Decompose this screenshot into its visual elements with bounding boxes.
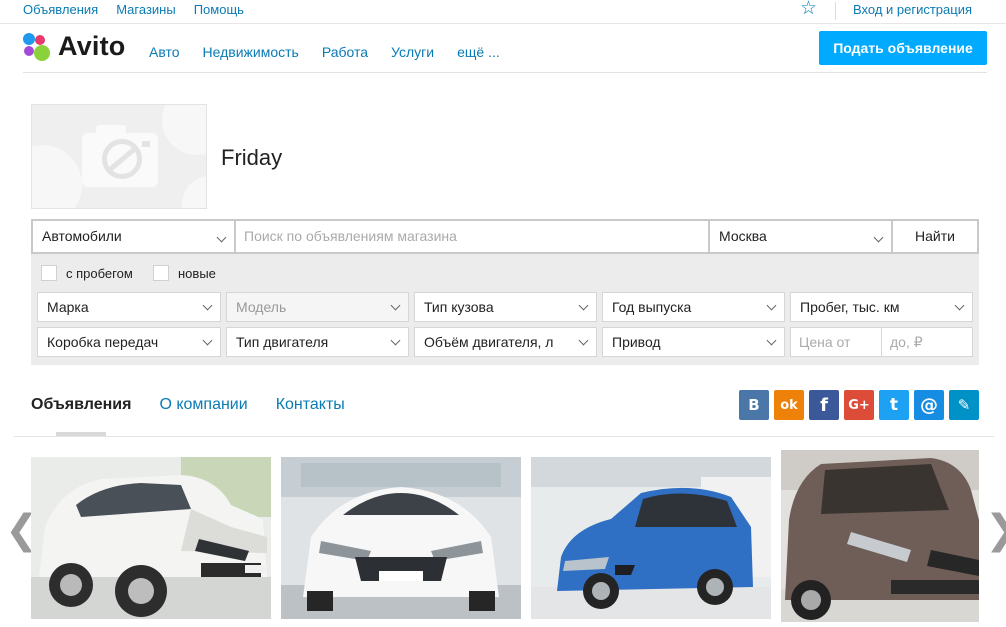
- car-photo[interactable]: [281, 457, 521, 619]
- car-image: [781, 450, 979, 622]
- top-utility-bar: Объявления Магазины Помощь ☆ Вход и реги…: [0, 0, 1006, 24]
- divider: [835, 2, 836, 20]
- filter-label: Коробка передач: [47, 334, 159, 350]
- checkbox-box[interactable]: [41, 265, 57, 281]
- chevron-down-icon: [390, 300, 401, 311]
- tab-ads[interactable]: Объявления: [31, 396, 131, 414]
- car-image: [281, 457, 521, 619]
- filter-year[interactable]: Год выпуска: [602, 292, 785, 322]
- filter-label: Привод: [612, 334, 661, 350]
- filter-drive[interactable]: Привод: [602, 327, 785, 357]
- find-button[interactable]: Найти: [893, 221, 977, 252]
- mail-icon[interactable]: @: [914, 390, 944, 420]
- search-panel: Автомобили Москва Найти с пробегом новые…: [31, 219, 979, 365]
- category-select-value: Автомобили: [42, 228, 122, 244]
- chevron-down-icon: [216, 232, 227, 243]
- main-header: Avito Авто Недвижимость Работа Услуги ещ…: [0, 25, 1006, 73]
- category-select[interactable]: Автомобили: [33, 221, 234, 252]
- nav-item-more[interactable]: ещё ...: [457, 44, 500, 60]
- top-links: Объявления Магазины Помощь: [23, 2, 244, 17]
- filter-model[interactable]: Модель: [226, 292, 409, 322]
- logo-dot: [35, 35, 45, 45]
- city-select-value: Москва: [719, 228, 767, 244]
- tab-about[interactable]: О компании: [159, 396, 247, 414]
- twitter-icon[interactable]: t: [879, 390, 909, 420]
- filter-label: Модель: [236, 299, 287, 315]
- filter-brand[interactable]: Марка: [37, 292, 221, 322]
- car-photo[interactable]: [531, 457, 771, 619]
- logo-dot: [24, 46, 34, 56]
- filter-mileage[interactable]: Пробег, тыс. км: [790, 292, 973, 322]
- chevron-down-icon: [390, 335, 401, 346]
- filter-engine-type[interactable]: Тип двигателя: [226, 327, 409, 357]
- top-link-shops[interactable]: Магазины: [116, 2, 176, 17]
- nav-item-services[interactable]: Услуги: [391, 44, 434, 60]
- odnoklassniki-icon[interactable]: ok: [774, 390, 804, 420]
- city-select[interactable]: Москва: [710, 221, 891, 252]
- search-row: Автомобили Москва Найти: [31, 219, 979, 254]
- facebook-icon[interactable]: f: [809, 390, 839, 420]
- decor-circle: [162, 105, 206, 155]
- livejournal-icon[interactable]: ✎: [949, 390, 979, 420]
- logo-dot: [34, 45, 50, 61]
- chevron-down-icon: [766, 300, 777, 311]
- top-link-help[interactable]: Помощь: [194, 2, 244, 17]
- filter-label: Тип кузова: [424, 299, 494, 315]
- chevron-down-icon: [954, 300, 965, 311]
- filter-label: Пробег, тыс. км: [800, 299, 900, 315]
- social-share-bar: В ok f G+ t @ ✎: [739, 390, 979, 420]
- gallery-next-arrow[interactable]: ❯: [985, 510, 1006, 550]
- tabs-divider: [14, 436, 994, 437]
- filter-body-type[interactable]: Тип кузова: [414, 292, 597, 322]
- login-link[interactable]: Вход и регистрация: [853, 2, 972, 17]
- vk-icon[interactable]: В: [739, 390, 769, 420]
- star-icon[interactable]: ☆: [800, 0, 817, 19]
- car-image: [31, 457, 271, 619]
- chevron-down-icon: [578, 335, 589, 346]
- price-to-input[interactable]: до, ₽: [881, 327, 973, 357]
- checkbox-mileage[interactable]: с пробегом: [41, 265, 133, 281]
- tab-contacts[interactable]: Контакты: [276, 396, 345, 414]
- chevron-down-icon: [766, 335, 777, 346]
- checkbox-label: новые: [178, 265, 216, 281]
- shop-tabs: Объявления О компании Контакты: [31, 396, 373, 414]
- chevron-down-icon: [873, 232, 884, 243]
- filter-transmission[interactable]: Коробка передач: [37, 327, 221, 357]
- chevron-down-icon: [202, 335, 213, 346]
- car-photo[interactable]: [31, 457, 271, 619]
- camera-placeholder-icon: [82, 125, 158, 187]
- checkbox-new[interactable]: новые: [153, 265, 216, 281]
- nav-item-auto[interactable]: Авто: [149, 44, 180, 60]
- filter-label: Тип двигателя: [236, 334, 329, 350]
- filter-label: Марка: [47, 299, 89, 315]
- decor-circle: [32, 145, 82, 208]
- main-nav: Авто Недвижимость Работа Услуги ещё ...: [149, 44, 500, 60]
- avito-logo[interactable]: Avito: [23, 31, 133, 63]
- google-plus-icon[interactable]: G+: [844, 390, 874, 420]
- top-link-ads[interactable]: Объявления: [23, 2, 98, 17]
- header-divider: [23, 72, 987, 73]
- car-photo[interactable]: [781, 450, 979, 622]
- chevron-down-icon: [578, 300, 589, 311]
- car-image: [531, 457, 771, 619]
- shop-photo-placeholder: [31, 104, 207, 209]
- checkbox-label: с пробегом: [66, 265, 133, 281]
- shop-name: Friday: [221, 145, 283, 170]
- logo-dot: [23, 33, 35, 45]
- logo-text: Avito: [58, 31, 126, 61]
- post-ad-button[interactable]: Подать объявление: [819, 31, 987, 65]
- nav-item-realty[interactable]: Недвижимость: [203, 44, 299, 60]
- filter-label: Объём двигателя, л: [424, 334, 554, 350]
- nav-item-jobs[interactable]: Работа: [322, 44, 368, 60]
- filter-label: Год выпуска: [612, 299, 692, 315]
- checkbox-box[interactable]: [153, 265, 169, 281]
- search-input[interactable]: [236, 221, 708, 252]
- chevron-down-icon: [202, 300, 213, 311]
- filter-engine-volume[interactable]: Объём двигателя, л: [414, 327, 597, 357]
- decor-circle: [182, 175, 206, 208]
- price-from-input[interactable]: Цена от: [790, 327, 882, 357]
